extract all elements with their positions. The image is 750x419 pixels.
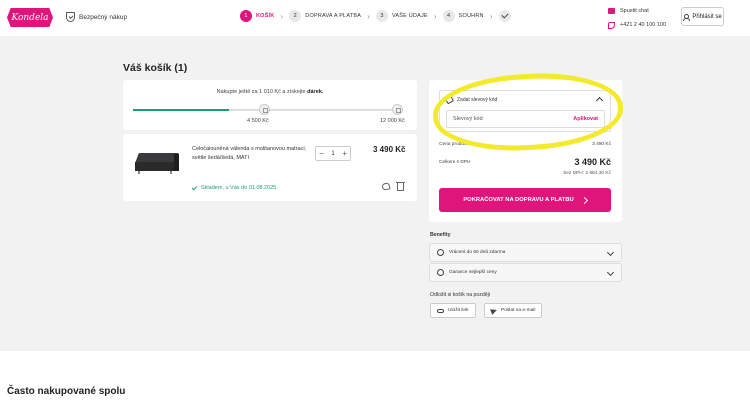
step-number: 4 (442, 10, 455, 22)
stock-status: Skladem, u Vás do 01.08.2025 (191, 184, 277, 191)
products-label: Cena produktů (439, 142, 471, 147)
step-number: 3 (375, 10, 388, 22)
wishlist-icon[interactable] (381, 182, 391, 191)
free-gift-progress: Nakupte ještě za 1 010 Kč a získejte dár… (123, 80, 417, 130)
products-value: 3 490 Kč (592, 142, 611, 147)
return-icon (437, 249, 444, 256)
progress-text: Nakupte ještě za 1 010 Kč a získejte dár… (123, 89, 417, 95)
contact-block: Spustit chat +421 2 40 100 100 (608, 4, 666, 32)
chevron-right-icon: › (280, 11, 284, 21)
save-cart-title: Odložit si košík na později (430, 292, 490, 298)
step-number: 2 (289, 10, 302, 22)
guarantee-icon (437, 269, 444, 276)
logo-text: Kondela (11, 12, 49, 23)
apply-coupon-button[interactable]: Aplikovat (573, 116, 598, 122)
header: Kondela Bezpečný nákup 1 KOŠÍK › 2 DOPRA… (0, 0, 750, 36)
continue-button[interactable]: POKRAČOVAT NA DOPRAVU A PLATBU (439, 188, 611, 212)
chat-icon (608, 8, 615, 14)
step-shipping[interactable]: 2 DOPRAVA A PLATBA (289, 10, 361, 22)
phone-number: +421 2 40 100 100 (620, 22, 667, 28)
chat-link[interactable]: Spustit chat (608, 4, 666, 18)
progress-track (133, 104, 403, 115)
progress-text-bold: dárek. (307, 89, 324, 95)
benefit-label: Garance nejlepší ceny (449, 270, 497, 275)
minus-icon[interactable]: − (319, 149, 324, 158)
chevron-right-icon (580, 196, 588, 204)
coupon-placeholder: Slevový kód (453, 116, 483, 122)
checkout-steps: 1 KOŠÍK › 2 DOPRAVA A PLATBA › 3 VAŠE ÚD… (240, 8, 511, 24)
check-icon (191, 184, 198, 190)
benefit-label: Vrácení do 60 dnů zdarma (449, 250, 506, 255)
chevron-down-icon (606, 268, 615, 277)
total-row: Celkem s DPH 3 490 Kč (439, 157, 611, 167)
coupon-input[interactable]: Slevový kód Aplikovat (446, 110, 605, 128)
progress-mark: 4 500 Kč (247, 118, 269, 124)
continue-label: POKRAČOVAT NA DOPRAVU A PLATBU (463, 197, 574, 203)
send-icon (490, 306, 498, 315)
step-number: 1 (240, 10, 252, 22)
product-image[interactable] (135, 151, 179, 178)
benefits-title: Benefity (430, 232, 451, 238)
total-label: Celkem s DPH (439, 159, 471, 165)
progress-fill (133, 109, 230, 111)
link-icon (437, 308, 444, 313)
item-price: 3 490 Kč (373, 145, 406, 154)
gift-icon (392, 104, 403, 115)
products-price-row: Cena produktů 3 490 Kč (439, 142, 611, 147)
total-value: 3 490 Kč (574, 157, 611, 167)
login-label: Přihlásit se (692, 13, 722, 20)
step-details[interactable]: 3 VAŠE ÚDAJE (375, 10, 428, 22)
chevron-up-icon[interactable] (595, 96, 604, 105)
page-title: Váš košík (1) (123, 62, 188, 74)
chevron-down-icon (606, 248, 615, 257)
gift-icon (259, 104, 270, 115)
trash-icon[interactable] (396, 182, 405, 191)
related-title: Často nakupované spolu (7, 386, 126, 397)
product-name[interactable]: Celočalouněná válenda s molitanovou matr… (192, 145, 320, 162)
benefit-returns[interactable]: Vrácení do 60 dnů zdarma (429, 243, 622, 262)
progress-mark: 12 000 Kč (380, 118, 405, 124)
step-label: DOPRAVA A PLATBA (305, 13, 362, 19)
coupon-toggle-label: Zadat slevový kód (457, 97, 498, 103)
tag-icon (444, 95, 455, 105)
plus-icon[interactable]: + (342, 149, 347, 158)
quantity-stepper[interactable]: − 1 + (315, 146, 351, 161)
related-section: Často nakupované spolu (0, 351, 750, 419)
chevron-right-icon: › (489, 11, 493, 21)
step-label: KOŠÍK (256, 13, 275, 19)
step-cart[interactable]: 1 KOŠÍK (240, 10, 274, 22)
coupon-toggle[interactable]: Zadat slevový kód (444, 95, 498, 105)
stock-label: Skladem, u Vás do 01.08.2025 (201, 185, 277, 191)
chevron-right-icon: › (367, 11, 370, 21)
cart-item: Celočalouněná válenda s molitanovou matr… (123, 134, 417, 201)
quantity-value[interactable]: 1 (331, 151, 334, 157)
order-summary: Zadat slevový kód Slevový kód Aplikovat … (429, 80, 622, 222)
step-label: VAŠE ÚDAJE (391, 13, 428, 19)
kondela-logo[interactable]: Kondela (7, 8, 53, 27)
shield-icon (66, 12, 75, 22)
coupon-section: Zadat slevový kód Slevový kód Aplikovat (439, 90, 611, 132)
send-email-label: Poslat na e-mail (501, 308, 536, 313)
secure-label: Bezpečný nákup (79, 13, 128, 21)
chevron-right-icon: › (433, 11, 437, 21)
vat-note: bez DPH: 2 884,30 Kč (563, 171, 611, 176)
check-icon (498, 10, 511, 22)
secure-purchase: Bezpečný nákup (66, 12, 127, 22)
chat-label: Spustit chat (620, 8, 649, 14)
save-link-label: Uložit link (448, 308, 469, 313)
progress-text-before: Nakupte ještě za 1 010 Kč a získejte (216, 89, 306, 95)
phone-link[interactable]: +421 2 40 100 100 (608, 18, 666, 32)
benefit-price-guarantee[interactable]: Garance nejlepší ceny (429, 263, 622, 282)
step-summary[interactable]: 4 SOUHRN (442, 10, 484, 22)
phone-icon (608, 21, 615, 29)
save-link-button[interactable]: Uložit link (430, 303, 476, 318)
step-label: SOUHRN (458, 13, 484, 19)
user-icon (683, 13, 691, 21)
send-email-button[interactable]: Poslat na e-mail (484, 303, 543, 318)
login-button[interactable]: Přihlásit se (681, 7, 724, 26)
